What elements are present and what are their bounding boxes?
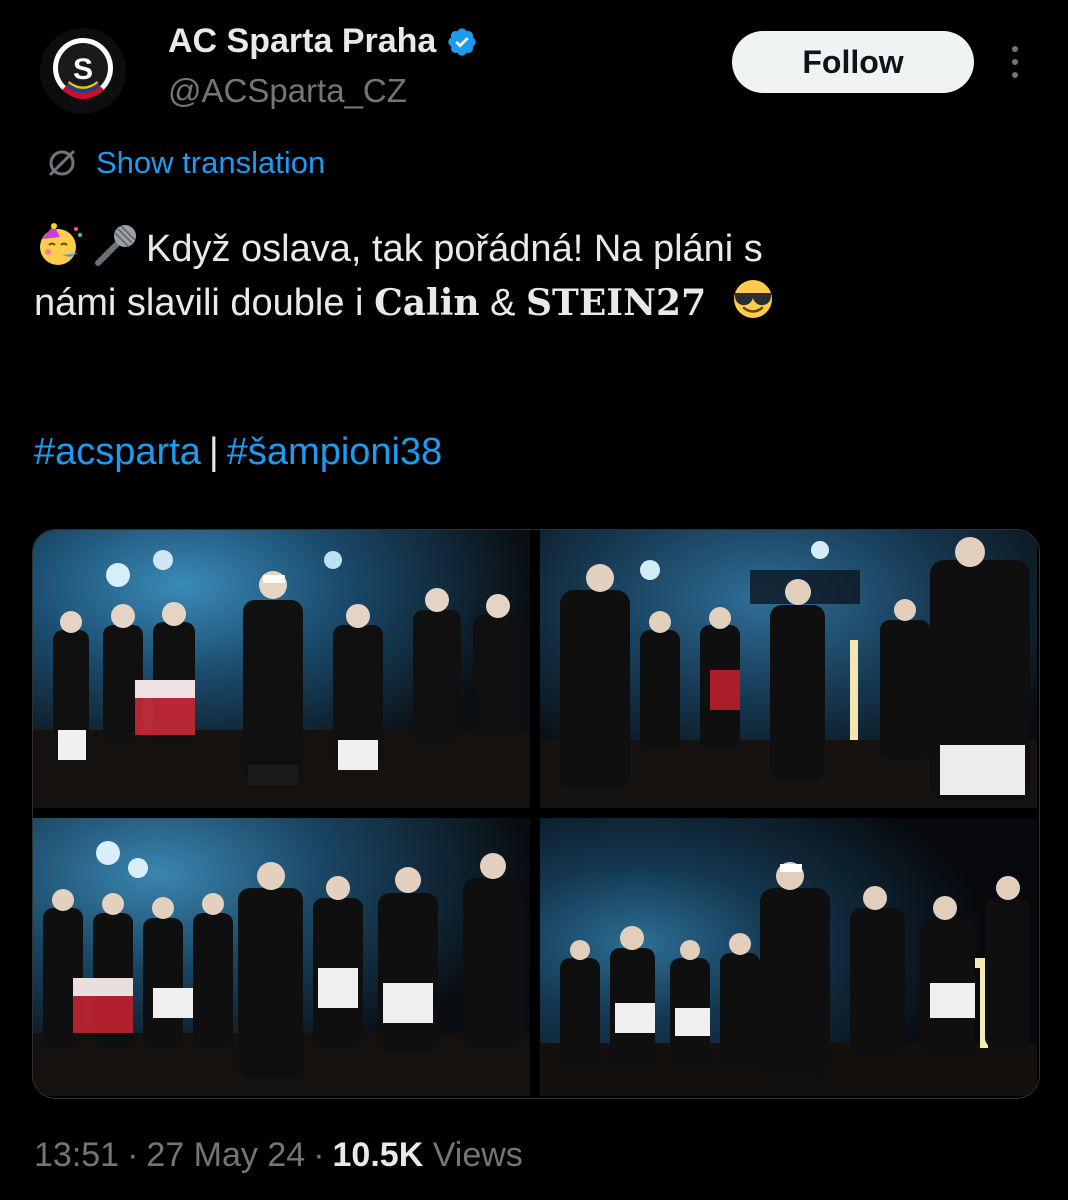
translate-icon [49, 150, 75, 176]
meta-separator: · [127, 1136, 139, 1174]
tweet-name-calin: Calin [374, 282, 480, 324]
more-dot [1012, 46, 1018, 52]
more-dot [1012, 59, 1018, 65]
tweet-meta: 13:51 · 27 May 24 · 10.5K Views [34, 1136, 523, 1175]
photo-image [540, 818, 1037, 1096]
media-grid [32, 529, 1040, 1099]
follow-button[interactable]: Follow [732, 31, 974, 93]
sparta-logo-icon: S [40, 28, 126, 114]
partying-face-icon [40, 223, 82, 265]
tweet-date[interactable]: 27 May 24 [146, 1136, 305, 1174]
svg-text:S: S [73, 53, 93, 86]
tweet-header: S AC Sparta Praha @ACSparta_CZ Follow [0, 0, 1068, 130]
tweet-text: Když oslava, tak pořádná! Na pláni s nám… [34, 222, 1034, 330]
show-translation-link[interactable]: Show translation [44, 145, 325, 181]
celebration-photo-2[interactable] [540, 530, 1037, 808]
hashtag-sampioni38[interactable]: #šampioni38 [227, 431, 442, 473]
tweet-name-stein27: STEIN27 [526, 282, 707, 324]
tweet-line-1-text: Když oslava, tak pořádná! Na pláni s [146, 228, 763, 270]
meta-separator: · [313, 1136, 325, 1174]
views-label: Views [432, 1136, 523, 1174]
tweet-ampersand: & [479, 282, 527, 324]
views-count: 10.5K [332, 1136, 424, 1174]
celebration-photo-4[interactable] [540, 818, 1037, 1096]
sunglasses-face-icon [733, 280, 772, 318]
microphone-icon [95, 225, 136, 266]
name-row: AC Sparta Praha [168, 22, 478, 61]
celebration-photo-1[interactable] [33, 530, 530, 808]
avatar[interactable]: S [40, 28, 126, 114]
celebration-photo-3[interactable] [33, 818, 530, 1096]
tweet-line-2-prefix: námi slavili double i [34, 282, 375, 324]
photo-image [33, 530, 530, 808]
verified-badge-icon [448, 27, 476, 56]
account-handle[interactable]: @ACSparta_CZ [168, 72, 407, 110]
photo-image [540, 530, 1037, 808]
show-translation-label[interactable]: Show translation [96, 145, 325, 181]
hashtag-acsparta[interactable]: #acsparta [34, 431, 201, 473]
more-options-icon[interactable] [1003, 40, 1027, 84]
photo-image [33, 818, 530, 1096]
tweet-line-1: Když oslava, tak pořádná! Na pláni s [34, 222, 1034, 276]
more-dot [1012, 72, 1018, 78]
hashtags: #acsparta | #šampioni38 [34, 426, 442, 478]
hashtag-separator: | [208, 431, 219, 473]
tweet-time[interactable]: 13:51 [34, 1136, 119, 1174]
display-name[interactable]: AC Sparta Praha [168, 22, 436, 61]
tweet-line-2: námi slavili double i Calin & STEIN27 [34, 276, 1034, 330]
